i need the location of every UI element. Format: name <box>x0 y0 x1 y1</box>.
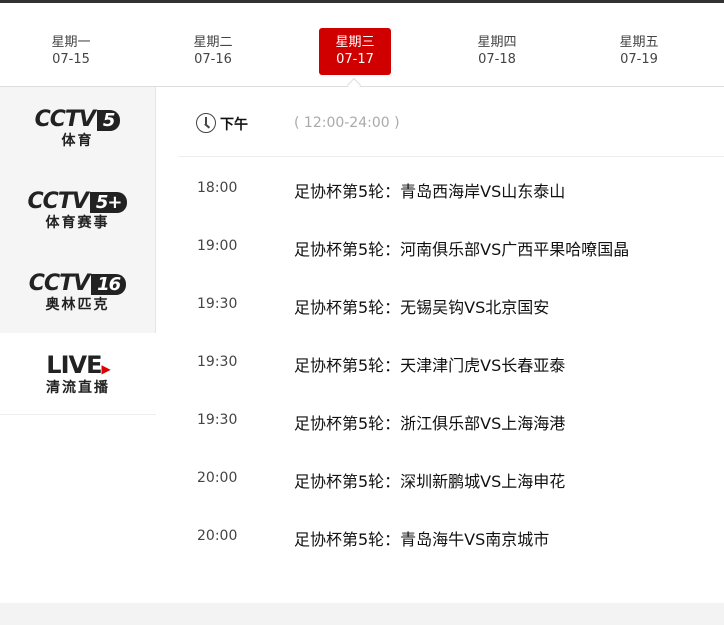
date: 07-18 <box>478 52 516 67</box>
play-icon: ▶ <box>101 361 110 376</box>
program-row[interactable]: 19:00 足协杯第5轮：河南俱乐部VS广西平果哈嘹国晶 <box>178 238 724 296</box>
program-row[interactable]: 20:00 足协杯第5轮：青岛海牛VS南京城市 <box>178 528 724 586</box>
period-header: 下午 ( 12:00-24:00 ) <box>178 87 724 157</box>
program-time: 19:00 <box>197 238 238 254</box>
logo-text: CCTV <box>34 106 96 132</box>
program-row[interactable]: 19:30 足协杯第5轮：浙江俱乐部VS上海海港 <box>178 412 724 470</box>
program-title: 足协杯第5轮：深圳新鹏城VS上海申花 <box>294 472 566 491</box>
program-row[interactable]: 19:30 足协杯第5轮：无锡吴钩VS北京国安 <box>178 296 724 354</box>
period-range: ( 12:00-24:00 ) <box>294 115 400 131</box>
logo-subtitle: 体育赛事 <box>45 214 110 231</box>
program-time: 19:30 <box>197 412 238 428</box>
footer-band <box>0 603 724 625</box>
channel-cctv16[interactable]: CCTV 16 奥林匹克 <box>0 251 156 333</box>
logo-number: 5+ <box>89 191 128 213</box>
weekday: 星期二 <box>193 35 233 50</box>
day-tab-tue[interactable]: 星期二 07-16 <box>177 28 249 75</box>
live-logo: LIVE▶ 清流直播 <box>46 350 111 397</box>
logo-text: LIVE <box>46 350 102 379</box>
program-title: 足协杯第5轮：青岛海牛VS南京城市 <box>294 530 550 549</box>
channel-sidebar: CCTV 5 体育 CCTV 5+ 体育赛事 CCTV 16 奥林匹克 LIVE▶ 清流直播 <box>0 87 156 415</box>
program-time: 20:00 <box>197 528 238 544</box>
program-row[interactable]: 19:30 足协杯第5轮：天津津门虎VS长春亚泰 <box>178 354 724 412</box>
program-row[interactable]: 18:00 足协杯第5轮：青岛西海岸VS山东泰山 <box>178 180 724 238</box>
program-row[interactable]: 20:00 足协杯第5轮：深圳新鹏城VS上海申花 <box>178 470 724 528</box>
period-label: 下午 <box>220 117 248 133</box>
program-title: 足协杯第5轮：青岛西海岸VS山东泰山 <box>294 182 566 201</box>
program-time: 19:30 <box>197 354 238 370</box>
day-tab-fri[interactable]: 星期五 07-19 <box>603 28 675 75</box>
program-title: 足协杯第5轮：天津津门虎VS长春亚泰 <box>294 356 566 375</box>
day-tab-mon[interactable]: 星期一 07-15 <box>35 28 107 75</box>
weekday: 星期五 <box>619 35 659 50</box>
logo-number: 16 <box>91 273 127 295</box>
logo-number: 5 <box>96 109 121 131</box>
weekday: 星期一 <box>51 35 91 50</box>
program-title: 足协杯第5轮：浙江俱乐部VS上海海港 <box>294 414 566 433</box>
program-time: 20:00 <box>197 470 238 486</box>
channel-cctv5plus[interactable]: CCTV 5+ 体育赛事 <box>0 169 156 251</box>
program-title: 足协杯第5轮：河南俱乐部VS广西平果哈嘹国晶 <box>294 240 630 259</box>
logo-subtitle: 奥林匹克 <box>45 296 110 313</box>
logo-text: CCTV <box>27 188 89 214</box>
channel-live[interactable]: LIVE▶ 清流直播 <box>0 333 156 415</box>
program-time: 18:00 <box>197 180 238 196</box>
weekday: 星期三 <box>335 35 375 50</box>
logo-text: CCTV <box>28 270 90 296</box>
date: 07-19 <box>620 52 658 67</box>
program-title: 足协杯第5轮：无锡吴钩VS北京国安 <box>294 298 550 317</box>
date: 07-15 <box>52 52 90 67</box>
date: 07-17 <box>336 52 374 67</box>
day-tabs: 星期一 07-15 星期二 07-16 星期三 07-17 星期四 07-18 星期五 0… <box>0 3 724 87</box>
channel-cctv5[interactable]: CCTV 5 体育 <box>0 87 156 169</box>
cctv16-logo: CCTV 16 奥林匹克 <box>28 270 127 314</box>
program-time: 19:30 <box>197 296 238 312</box>
weekday: 星期四 <box>477 35 517 50</box>
clock-icon <box>196 113 216 133</box>
logo-subtitle: 清流直播 <box>46 379 110 396</box>
cctv5-logo: CCTV 5 体育 <box>35 107 121 150</box>
logo-subtitle: 体育 <box>61 132 94 149</box>
cctv5plus-logo: CCTV 5+ 体育赛事 <box>28 189 128 232</box>
date: 07-16 <box>194 52 232 67</box>
day-tab-thu[interactable]: 星期四 07-18 <box>461 28 533 75</box>
day-tab-wed[interactable]: 星期三 07-17 <box>319 28 391 75</box>
